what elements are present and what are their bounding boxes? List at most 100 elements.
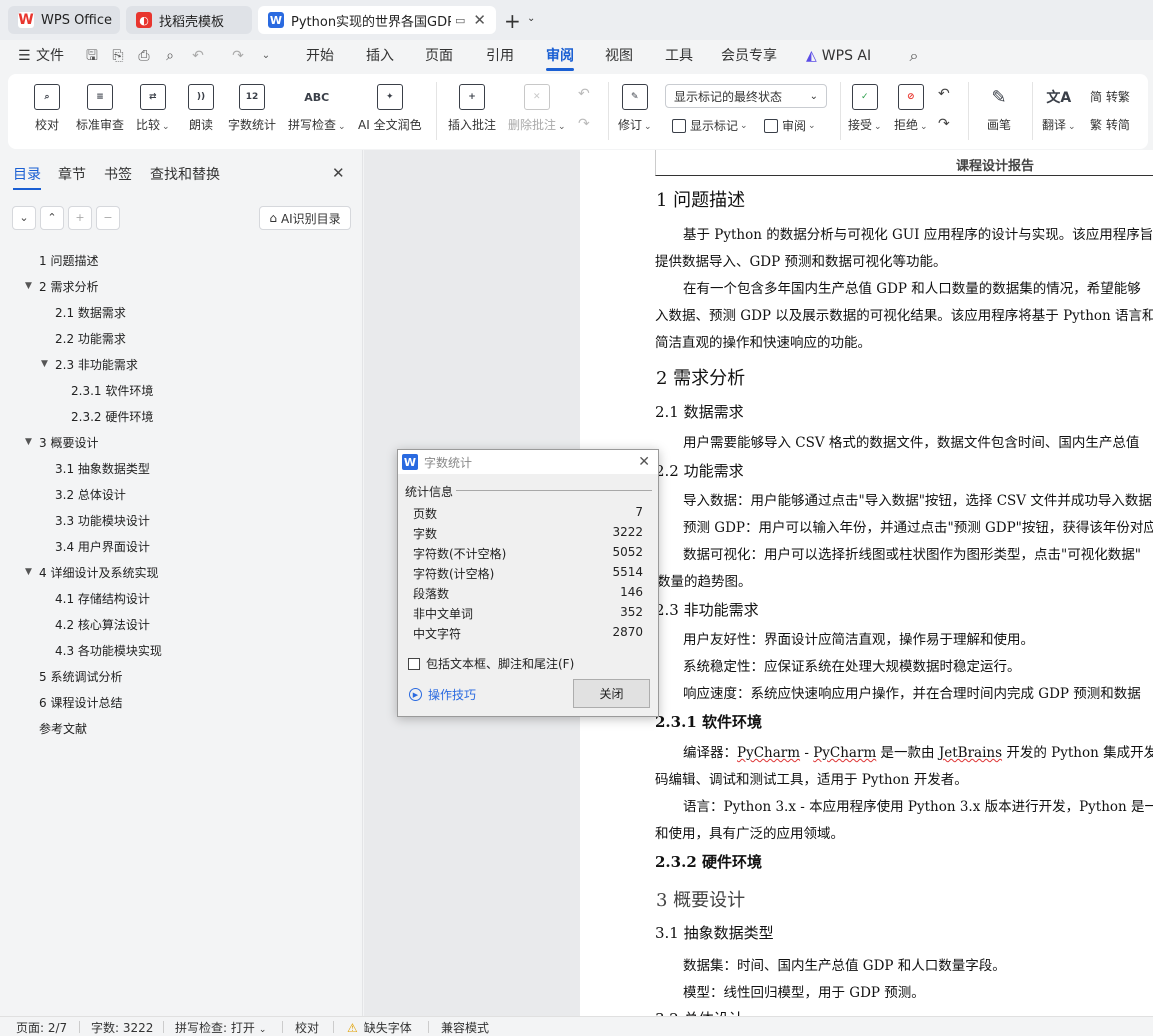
ribbon-divider (436, 82, 437, 140)
redo-icon[interactable]: ↷ (228, 46, 248, 66)
standard-review-button[interactable]: ≡ 标准审查 (76, 84, 124, 133)
spelling-error[interactable]: JetBrains (939, 745, 1002, 761)
toc-item[interactable]: 2.3.2 硬件环境 (71, 408, 153, 425)
toc-item[interactable]: 3.4 用户界面设计 (55, 538, 150, 555)
print-icon[interactable]: ⎙ (134, 46, 154, 66)
toc-item[interactable]: 4 详细设计及系统实现 (39, 564, 158, 581)
toc-item[interactable]: 4.1 存储结构设计 (55, 590, 150, 607)
tab-wps-office[interactable]: W WPS Office (8, 6, 120, 34)
tab-document[interactable]: W Python实现的世界各国GDP和 ▭ ✕ (258, 6, 496, 34)
toc-item[interactable]: 参考文献 (39, 720, 87, 737)
export-icon[interactable]: ⎘ (108, 46, 128, 66)
toc-item[interactable]: 2 需求分析 (39, 278, 98, 295)
menu-page[interactable]: 页面 (425, 40, 453, 72)
include-textbox-checkbox[interactable]: 包括文本框、脚注和尾注(F) (408, 655, 574, 672)
next-change-icon[interactable]: ↷ (938, 116, 950, 132)
caret-down-icon[interactable]: ▼ (41, 359, 48, 369)
add-heading-button[interactable]: + (68, 206, 92, 230)
hamburger-icon[interactable]: ☰ (18, 48, 31, 64)
prev-comment-icon[interactable]: ↶ (578, 86, 590, 102)
close-tab-icon[interactable]: ✕ (473, 11, 486, 29)
markup-state-select[interactable]: 显示标记的最终状态 ⌄ (665, 84, 827, 108)
proofread-indicator[interactable]: 校对 (295, 1019, 319, 1036)
insert-comment-button[interactable]: + 插入批注 (448, 84, 496, 133)
to-simplified-button[interactable]: 繁 转简 (1090, 116, 1130, 133)
remove-heading-button[interactable]: − (96, 206, 120, 230)
toc-item[interactable]: 4.2 核心算法设计 (55, 616, 150, 633)
menu-membership[interactable]: 会员专享 (721, 40, 777, 72)
close-button[interactable]: 关闭 (573, 679, 650, 708)
dialog-titlebar[interactable]: W 字数统计 ✕ (398, 450, 658, 474)
menu-insert[interactable]: 插入 (366, 40, 394, 72)
toc-item[interactable]: 6 课程设计总结 (39, 694, 122, 711)
menu-view[interactable]: 视图 (605, 40, 633, 72)
read-aloud-button[interactable]: )) 朗读 (188, 84, 214, 133)
checkbox-box[interactable] (408, 657, 420, 670)
ai-polish-button[interactable]: ✦ AI 全文润色 (358, 84, 422, 133)
stat-row: 段落数 146 (413, 585, 643, 602)
menu-start[interactable]: 开始 (306, 40, 334, 72)
translate-button[interactable]: 文A 翻译 ⌄ (1042, 84, 1076, 133)
caret-down-icon[interactable]: ▼ (25, 437, 32, 447)
toc-item[interactable]: 2.2 功能需求 (55, 330, 126, 347)
undo-icon[interactable]: ↶ (188, 46, 208, 66)
ribbon-divider (840, 82, 841, 140)
prev-change-icon[interactable]: ↶ (938, 86, 950, 102)
save-icon[interactable]: 🖫 (82, 46, 102, 66)
to-traditional-button[interactable]: 简 转繁 (1090, 88, 1130, 105)
tips-link[interactable]: ▶ 操作技巧 (409, 686, 476, 703)
tab-sections[interactable]: 章节 (58, 164, 86, 184)
spelling-error[interactable]: PyCharm (813, 745, 876, 761)
menu-reference[interactable]: 引用 (486, 40, 514, 72)
close-pane-icon[interactable]: ✕ (332, 164, 345, 182)
spell-check-button[interactable]: ABC 拼写检查 ⌄ (288, 84, 346, 133)
proofread-button[interactable]: ⌕ 校对 (34, 84, 60, 133)
quick-access-dropdown-icon[interactable]: ⌄ (256, 46, 276, 66)
toc-item[interactable]: 3 概要设计 (39, 434, 98, 451)
expand-all-button[interactable]: ⌄ (12, 206, 36, 230)
new-tab-icon[interactable]: + (504, 9, 521, 33)
pen-button[interactable]: ✎ 画笔 (986, 84, 1012, 133)
tab-template[interactable]: ◐ 找稻壳模板 (126, 6, 252, 34)
caret-down-icon[interactable]: ▼ (25, 281, 32, 291)
accept-button[interactable]: ✓ 接受 ⌄ (848, 84, 882, 133)
track-changes-button[interactable]: ✎ 修订 ⌄ (618, 84, 652, 133)
tab-toc[interactable]: 目录 (13, 164, 41, 190)
show-markup-button[interactable]: 显示标记 ⌄ (672, 117, 748, 134)
menu-tools[interactable]: 工具 (665, 40, 693, 72)
toc-item[interactable]: 3.1 抽象数据类型 (55, 460, 150, 477)
reject-button[interactable]: ⊘ 拒绝 ⌄ (894, 84, 928, 133)
document-page[interactable]: 课程设计报告 1 问题描述 基于 Python 的数据分析与可视化 GUI 应用… (580, 150, 1153, 1016)
next-comment-icon[interactable]: ↷ (578, 116, 590, 132)
toc-item[interactable]: 2.3.1 软件环境 (71, 382, 153, 399)
word-count-button[interactable]: 12 字数统计 (228, 84, 276, 133)
word-count-indicator[interactable]: 字数: 3222 (91, 1019, 153, 1036)
tab-bookmarks[interactable]: 书签 (104, 164, 132, 184)
spelling-error[interactable]: PyCharm (737, 745, 800, 761)
toc-item[interactable]: 5 系统调试分析 (39, 668, 122, 685)
caret-down-icon[interactable]: ▼ (25, 567, 32, 577)
menu-file[interactable]: 文件 (36, 40, 64, 72)
monitor-icon[interactable]: ▭ (455, 14, 465, 27)
toc-item[interactable]: 3.2 总体设计 (55, 486, 126, 503)
tab-find-replace[interactable]: 查找和替换 (150, 164, 220, 184)
page-indicator[interactable]: 页面: 2/7 (16, 1019, 67, 1036)
menu-wps-ai[interactable]: ◭ WPS AI (806, 40, 871, 72)
toc-item[interactable]: 3.3 功能模块设计 (55, 512, 150, 529)
chevron-down-icon[interactable]: ⌄ (527, 13, 535, 24)
menu-review[interactable]: 审阅 (546, 40, 574, 72)
search-icon[interactable]: ⌕ (904, 46, 924, 66)
toc-item[interactable]: 2.3 非功能需求 (55, 356, 138, 373)
toc-item[interactable]: 1 问题描述 (39, 252, 98, 269)
toc-item[interactable]: 4.3 各功能模块实现 (55, 642, 162, 659)
collapse-all-button[interactable]: ⌃ (40, 206, 64, 230)
compare-button[interactable]: ⇄ 比较 ⌄ (136, 84, 170, 133)
ai-toc-button[interactable]: ⌂ AI识别目录 (259, 206, 351, 230)
spell-check-indicator[interactable]: 拼写检查: 打开 ⌄ (175, 1019, 266, 1036)
print-preview-icon[interactable]: ⌕ (160, 46, 180, 66)
toc-item[interactable]: 2.1 数据需求 (55, 304, 126, 321)
close-icon[interactable]: ✕ (638, 454, 650, 470)
review-pane-button[interactable]: 审阅 ⌄ (764, 117, 816, 134)
delete-comment-button[interactable]: ✕ 删除批注 ⌄ (508, 84, 566, 133)
missing-font-indicator[interactable]: ⚠ 缺失字体 (347, 1019, 412, 1036)
